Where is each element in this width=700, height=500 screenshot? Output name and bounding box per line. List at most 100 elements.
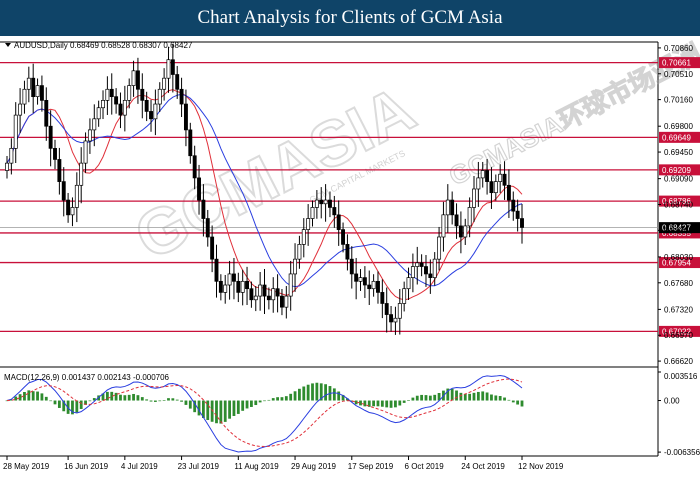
candle-bull [253,295,258,301]
candle-bear [197,177,201,201]
date-axis-label: 11 Aug 2019 [234,462,279,471]
date-axis-label: 12 Nov 2019 [518,462,564,471]
macd-histogram-bar [494,395,498,401]
candle-bull [105,88,110,101]
candle-bull [22,88,27,105]
candle-bear [458,225,463,238]
candle-bull [480,170,485,179]
macd-histogram-bar [363,400,367,407]
macd-histogram-bar [36,391,39,401]
macd-histogram-bar [315,382,319,401]
candle-bear [502,173,507,186]
candle-bull [223,284,228,293]
macd-histogram-bar [175,399,179,401]
candle-bull [358,277,363,282]
macd-histogram-bar [149,400,153,402]
price-axis-label: 0.70510 [664,70,693,79]
price-axis-label: 0.69450 [664,148,693,157]
macd-histogram-bar [140,397,144,401]
candle-bull [26,77,31,90]
macd-histogram-bar [31,391,35,401]
macd-histogram-bar [293,391,297,401]
candle-bull [393,317,398,323]
candle-bear [48,125,53,149]
macd-histogram-bar [228,400,231,419]
date-axis-label: 28 May 2019 [3,462,50,471]
candle-bear [135,70,140,90]
candle-bear [214,258,219,282]
level-label: 0.70661 [662,59,691,68]
candle-bull [306,218,311,230]
candle-bull [162,77,167,90]
candle-bull [122,100,127,116]
macd-histogram-bar [132,393,135,401]
macd-histogram-bar [119,394,122,401]
candle-bull [157,88,162,105]
macd-histogram-bar [276,397,279,401]
price-axis-label: 0.69090 [664,175,693,184]
candle-bull [472,188,476,208]
candle-bull [288,273,293,297]
macd-histogram-bar [236,400,240,414]
page-title: Chart Analysis for Clients of GCM Asia [0,0,700,36]
candle-bull [74,184,79,208]
candle-bear [419,262,424,267]
macd-histogram-bar [507,399,511,401]
candle-bull [493,181,498,194]
macd-histogram-bar [254,400,258,406]
candle-bull [467,207,472,227]
candle-bear [236,280,241,293]
macd-histogram-bar [389,400,393,408]
date-axis-label: 4 Jul 2019 [121,462,158,471]
macd-histogram-bar [49,400,53,402]
macd-histogram-bar [241,400,245,411]
candle-bull [9,148,14,164]
candle-bull [445,199,450,216]
candle-bull [301,229,306,245]
macd-histogram-bar [372,400,376,407]
macd-histogram-bar [18,394,22,401]
candle-bear [66,199,71,216]
macd-histogram-bar [75,400,79,413]
candle-bull [437,236,442,260]
price-axis-label: 0.67320 [664,305,693,314]
candle-bull [79,162,84,186]
candle-bull [271,288,276,301]
level-label: 0.69209 [662,166,691,175]
macd-histogram-bar [298,388,301,401]
candle-bull [96,107,101,120]
macd-histogram-bar [337,391,341,401]
candle-bear [31,77,36,98]
price-axis-label: 0.67680 [664,279,693,288]
candle-bull [441,214,446,238]
macd-histogram-bar [158,400,162,402]
candle-bear [384,303,389,315]
macd-histogram-bar [127,394,131,401]
candle-bear [489,181,494,194]
macd-histogram-bar [468,393,472,401]
macd-axis-label: 0.003516 [664,372,698,381]
macd-histogram-bar [263,400,266,402]
candle-bear [44,100,49,127]
macd-histogram-bar [511,400,515,403]
macd-histogram-bar [53,400,57,405]
candle-bear [192,155,197,179]
macd-histogram-bar [450,388,454,401]
candle-bear [188,129,193,157]
macd-histogram-bar [332,388,336,401]
candle-bear [328,199,332,208]
candle-bear [205,218,210,238]
candle-bear [144,100,149,112]
date-axis-label: 6 Oct 2019 [405,462,445,471]
candle-bull [397,303,402,319]
candle-bear [140,88,145,101]
candle-bull [406,277,411,290]
macd-histogram-bar [463,393,467,401]
price-axis-label: 0.69800 [664,122,693,131]
candle-bull [402,288,407,304]
candle-bear [39,85,44,101]
date-axis-label: 23 Jul 2019 [178,462,220,471]
price-axis-label: 0.66970 [664,331,693,340]
macd-histogram-bar [433,394,437,401]
candle-bear [389,314,394,323]
